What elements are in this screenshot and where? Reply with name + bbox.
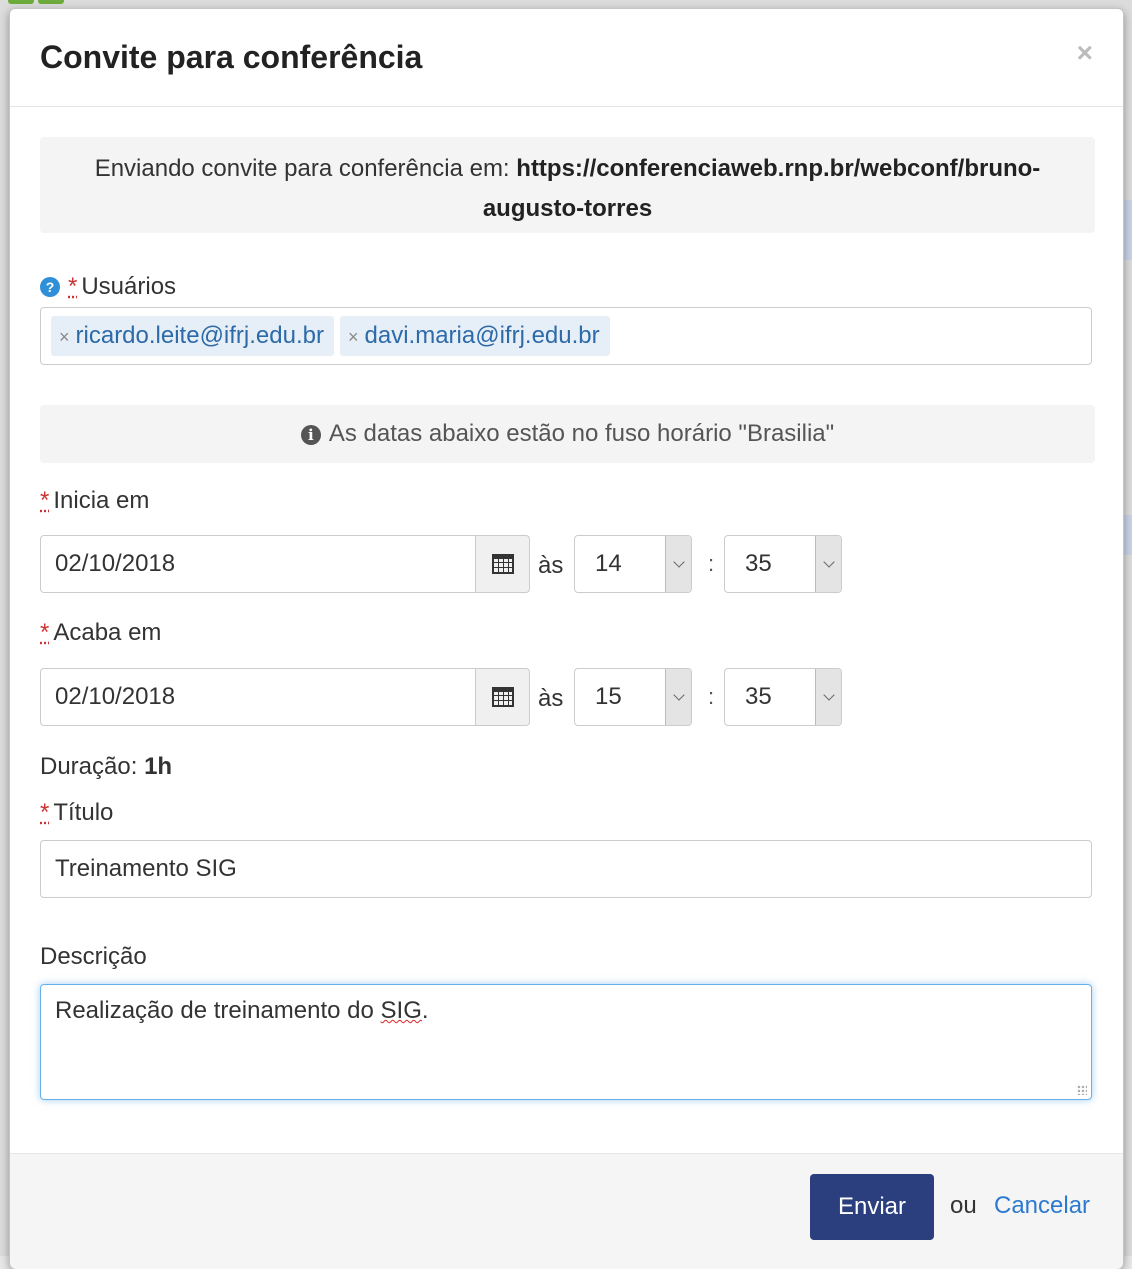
cancel-link[interactable]: Cancelar — [994, 1192, 1090, 1220]
required-mark: * — [40, 799, 50, 826]
modal-footer: Enviar ou Cancelar — [10, 1153, 1123, 1269]
duration-label: Duração: — [40, 753, 145, 780]
duration-value: 1h — [144, 753, 173, 780]
or-text: ou — [950, 1192, 977, 1219]
start-minute-value: 35 — [745, 550, 772, 577]
end-minute-value: 35 — [745, 683, 772, 710]
start-label: * Inicia em — [40, 487, 149, 515]
title-input[interactable]: Treinamento SIG — [40, 840, 1092, 898]
start-calendar-button[interactable] — [476, 535, 530, 593]
question-circle-icon[interactable]: ? — [40, 277, 60, 297]
chevron-down-icon — [815, 536, 841, 592]
end-date-input[interactable]: 02/10/2018 — [40, 668, 476, 726]
close-button[interactable]: × — [1077, 39, 1093, 67]
users-label-text: Usuários — [81, 273, 177, 300]
start-row: 02/10/2018 às 14 : 35 — [40, 535, 1095, 593]
modal-title: Convite para conferência — [40, 39, 423, 75]
timezone-notice-text: As datas abaixo estão no fuso horário "B… — [328, 420, 835, 447]
users-label: ? * Usuários — [40, 273, 176, 301]
end-at-label: às — [538, 685, 564, 712]
user-tag-label: davi.maria@ifrj.edu.br — [364, 322, 600, 349]
user-tag: × ricardo.leite@ifrj.edu.br — [51, 316, 334, 356]
send-button[interactable]: Enviar — [810, 1174, 934, 1240]
title-label-text: Título — [53, 799, 114, 826]
end-minute-select[interactable]: 35 — [724, 668, 842, 726]
required-mark: * — [68, 273, 78, 300]
end-hour-value: 15 — [595, 683, 622, 710]
remove-tag-icon[interactable]: × — [348, 327, 359, 347]
required-mark: * — [40, 487, 50, 514]
description-text: Realização de treinamento do — [55, 997, 381, 1024]
start-hour-select[interactable]: 14 — [574, 535, 692, 593]
title-label: * Título — [40, 799, 113, 827]
end-calendar-button[interactable] — [476, 668, 530, 726]
invite-url-prefix: Enviando convite para conferência em: — [94, 155, 517, 182]
users-tag-input[interactable]: × ricardo.leite@ifrj.edu.br × davi.maria@if… — [40, 307, 1092, 365]
invite-url-notice: Enviando convite para conferência em: ht… — [40, 137, 1095, 233]
background-logo — [8, 0, 68, 4]
user-tag-label: ricardo.leite@ifrj.edu.br — [75, 322, 324, 349]
duration: Duração: 1h — [40, 753, 172, 781]
misspelled-word: SIG — [380, 997, 422, 1024]
description-textarea[interactable]: Realização de treinamento do SIG. — [40, 984, 1092, 1100]
end-hour-select[interactable]: 15 — [574, 668, 692, 726]
calendar-icon — [491, 554, 514, 574]
end-row: 02/10/2018 às 15 : 35 — [40, 668, 1095, 726]
user-tag: × davi.maria@ifrj.edu.br — [339, 316, 610, 356]
timezone-notice: i As datas abaixo estão no fuso horário "… — [40, 405, 1095, 463]
start-minute-select[interactable]: 35 — [724, 535, 842, 593]
resize-handle[interactable] — [1077, 1085, 1087, 1095]
start-date-input[interactable]: 02/10/2018 — [40, 535, 476, 593]
end-label: * Acaba em — [40, 619, 161, 647]
chevron-down-icon — [665, 669, 691, 725]
time-separator: : — [708, 551, 715, 576]
time-separator: : — [708, 684, 715, 709]
description-label: Descrição — [40, 943, 147, 970]
remove-tag-icon[interactable]: × — [59, 327, 70, 347]
invite-modal: Convite para conferência × Enviando conv… — [9, 8, 1124, 1269]
start-label-text: Inicia em — [53, 487, 150, 514]
chevron-down-icon — [815, 669, 841, 725]
start-at-label: às — [538, 552, 564, 579]
chevron-down-icon — [665, 536, 691, 592]
required-mark: * — [40, 619, 50, 646]
calendar-icon — [491, 687, 514, 707]
description-text-end: . — [421, 997, 429, 1024]
modal-header: Convite para conferência × — [10, 9, 1123, 107]
start-hour-value: 14 — [595, 550, 622, 577]
invite-url: https://conferenciaweb.rnp.br/webconf/br… — [482, 155, 1041, 222]
info-circle-icon: i — [300, 425, 321, 445]
end-label-text: Acaba em — [53, 619, 162, 646]
